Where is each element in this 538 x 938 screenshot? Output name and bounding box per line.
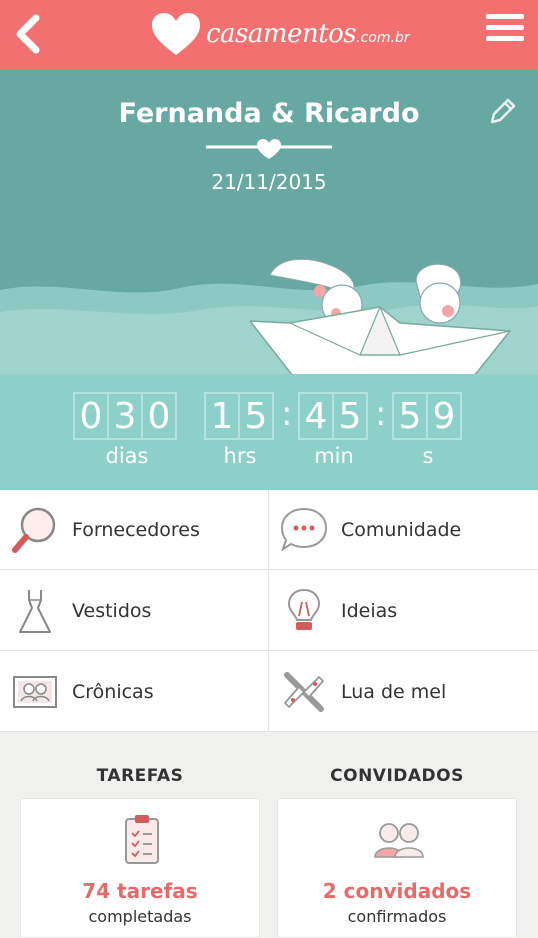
- menu-item-vestidos[interactable]: Vestidos: [0, 571, 268, 651]
- couple-paper-boat-illustration: [250, 258, 512, 374]
- countdown-timer: 0 3 0 1 5 : 4 5 : 5 9 dias hrs min s: [0, 374, 538, 490]
- tasks-count: 74 tarefas: [82, 879, 198, 903]
- menu-item-cronicas[interactable]: Crônicas: [0, 652, 268, 732]
- logo-domain: .com.br: [356, 30, 410, 46]
- chat-bubble-icon: [279, 505, 329, 555]
- pencil-icon: [490, 98, 516, 124]
- tasks-card[interactable]: 74 tarefas completadas: [20, 798, 260, 938]
- menu-bar: [486, 36, 524, 41]
- countdown-separator: :: [281, 394, 293, 434]
- dress-icon: [10, 586, 60, 636]
- menu-bar: [486, 25, 524, 30]
- edit-button[interactable]: [488, 96, 518, 126]
- countdown-digit: 0: [73, 392, 109, 440]
- countdown-digit: 5: [238, 392, 274, 440]
- heart-divider: [206, 139, 332, 159]
- countdown-digit: 9: [426, 392, 462, 440]
- countdown-unit-hours: hrs: [223, 444, 257, 468]
- countdown-unit-days: dias: [105, 444, 149, 468]
- countdown-hours: 1 5: [204, 392, 274, 440]
- countdown-minutes: 4 5: [298, 392, 368, 440]
- top-app-bar: casamentos .com.br: [0, 0, 538, 70]
- countdown-digit: 5: [332, 392, 368, 440]
- heart-logo-icon: [152, 13, 200, 55]
- countdown-unit-minutes: min: [314, 444, 354, 468]
- back-button[interactable]: [8, 10, 48, 58]
- menu-item-label: Lua de mel: [341, 680, 447, 703]
- menu-item-label: Fornecedores: [72, 518, 200, 541]
- planning-summary: TAREFAS CONVIDADOS 74 tarefas completada…: [0, 732, 538, 938]
- countdown-digit: 4: [298, 392, 334, 440]
- menu-item-label: Crônicas: [72, 680, 154, 703]
- menu-item-label: Ideias: [341, 599, 398, 622]
- guests-couple-icon: [374, 823, 424, 858]
- tasks-section-title: TAREFAS: [96, 766, 184, 786]
- menu-item-label: Comunidade: [341, 518, 462, 541]
- menu-bar: [486, 14, 524, 19]
- guests-section-title: CONVIDADOS: [330, 766, 464, 786]
- couple-names: Fernanda & Ricardo: [118, 98, 420, 129]
- menu-item-comunidade[interactable]: Comunidade: [268, 490, 538, 570]
- menu-item-ideias[interactable]: Ideias: [268, 571, 538, 651]
- magnifier-icon: [10, 505, 60, 555]
- countdown-unit-seconds: s: [422, 444, 434, 468]
- countdown-digit: 0: [141, 392, 177, 440]
- clipboard-checklist-icon: [125, 815, 159, 864]
- countdown-digit: 1: [204, 392, 240, 440]
- hamburger-menu-button[interactable]: [486, 14, 524, 48]
- guests-count: 2 convidados: [322, 879, 472, 903]
- countdown-digit: 5: [392, 392, 428, 440]
- airplane-icon: [279, 667, 329, 717]
- tasks-status: completadas: [88, 907, 192, 926]
- countdown-separator: :: [375, 394, 387, 434]
- lightbulb-icon: [279, 586, 329, 636]
- countdown-digit: 3: [107, 392, 143, 440]
- features-menu: Fornecedores Comunidade Vestidos Ideias …: [0, 490, 538, 732]
- wedding-hero-banner: Fernanda & Ricardo 21/11/2015: [0, 70, 538, 374]
- logo-wordmark: casamentos: [206, 19, 357, 49]
- guests-status: confirmados: [347, 907, 447, 926]
- menu-item-label: Vestidos: [72, 599, 152, 622]
- chevron-left-icon: [16, 14, 40, 54]
- countdown-days: 0 3 0: [73, 392, 177, 440]
- menu-item-fornecedores[interactable]: Fornecedores: [0, 490, 268, 570]
- menu-item-lua-de-mel[interactable]: Lua de mel: [268, 652, 538, 732]
- app-logo: casamentos .com.br: [150, 8, 410, 60]
- countdown-seconds: 5 9: [392, 392, 462, 440]
- guests-card[interactable]: 2 convidados confirmados: [277, 798, 517, 938]
- photo-frame-icon: [10, 667, 60, 717]
